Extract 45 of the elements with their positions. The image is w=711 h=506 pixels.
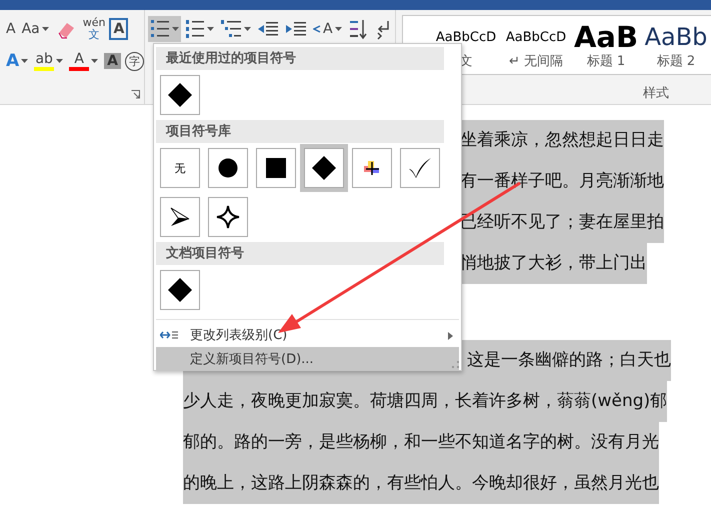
highlight-button[interactable]: ab bbox=[32, 48, 66, 74]
shrink-font-button[interactable]: A bbox=[4, 16, 18, 42]
sort-icon bbox=[348, 18, 368, 40]
section-header: 项目符号库 bbox=[156, 120, 444, 143]
bullet-option[interactable] bbox=[160, 197, 200, 237]
dialog-launcher-icon[interactable] bbox=[131, 90, 140, 99]
group-label: 样式 bbox=[642, 85, 670, 102]
list-level-icon bbox=[160, 330, 178, 340]
diamond-icon bbox=[167, 82, 193, 108]
diamond-icon bbox=[167, 277, 193, 303]
enclose-character-button[interactable]: 字 bbox=[125, 52, 144, 70]
arrowhead-icon bbox=[170, 207, 190, 227]
phonetic-guide-button[interactable]: wén 文 bbox=[80, 16, 108, 42]
bullet-list-icon bbox=[150, 18, 170, 40]
check-mark-icon bbox=[408, 157, 432, 179]
increase-indent-icon bbox=[285, 20, 308, 38]
section-header: 最近使用过的项目符号 bbox=[156, 47, 444, 70]
style-option[interactable]: AaBbCcD ↵ 无间隔 bbox=[501, 16, 571, 74]
style-option[interactable]: AaB 标题 1 bbox=[571, 16, 641, 74]
decrease-indent-icon bbox=[257, 20, 280, 38]
four-point-star-icon bbox=[216, 205, 240, 229]
bullet-option[interactable] bbox=[160, 75, 200, 115]
resize-grip-icon[interactable] bbox=[452, 361, 459, 368]
character-border-button[interactable]: A bbox=[109, 18, 128, 40]
highlight-color-bar-icon bbox=[34, 67, 54, 71]
style-option[interactable]: AaBb 标题 2 bbox=[641, 16, 711, 74]
bullet-option[interactable]: 无 bbox=[160, 148, 200, 188]
text-effect-button[interactable]: A bbox=[4, 48, 30, 74]
color-cross-icon bbox=[364, 161, 380, 175]
bullets-button[interactable] bbox=[148, 16, 182, 42]
bullet-option[interactable] bbox=[208, 148, 248, 188]
asian-layout-button[interactable]: A bbox=[311, 16, 344, 42]
multilevel-list-icon bbox=[220, 18, 242, 40]
bullet-option[interactable] bbox=[208, 197, 248, 237]
circle-icon bbox=[218, 158, 238, 178]
bullet-option[interactable] bbox=[352, 148, 392, 188]
square-icon bbox=[266, 158, 286, 178]
section-header: 文档项目符号 bbox=[156, 242, 444, 265]
diamond-icon bbox=[311, 155, 337, 181]
change-case-button[interactable]: Aa bbox=[20, 16, 51, 42]
font-color-bar-icon bbox=[69, 67, 90, 71]
bullet-option[interactable] bbox=[256, 148, 296, 188]
menu-item[interactable]: 定义新项目符号(D)... bbox=[156, 347, 459, 371]
bullet-option[interactable] bbox=[160, 270, 200, 310]
font-color-button[interactable]: A bbox=[67, 48, 100, 74]
